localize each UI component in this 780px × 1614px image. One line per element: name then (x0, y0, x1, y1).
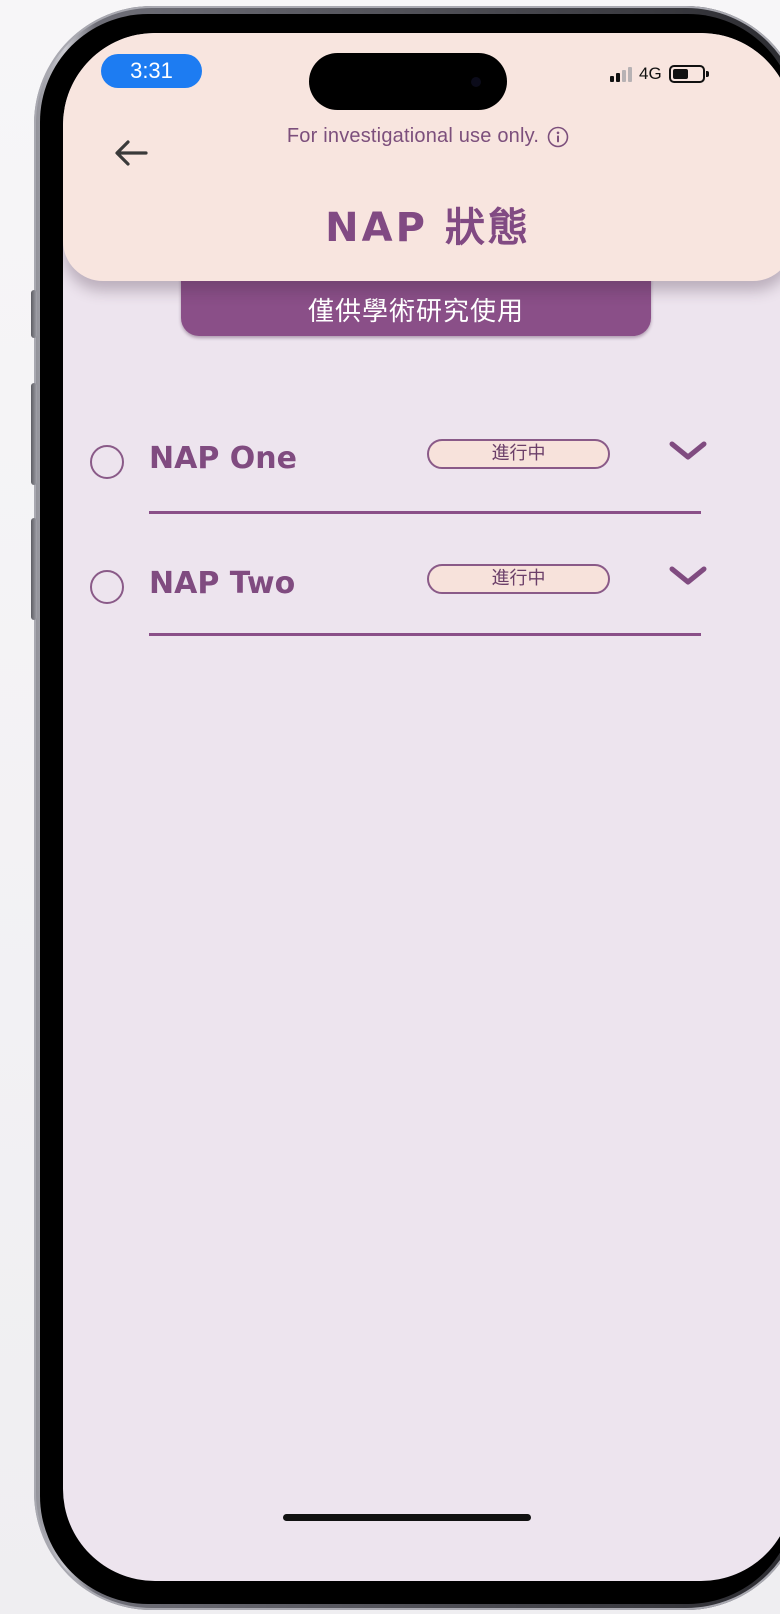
status-badge: 進行中 (427, 564, 610, 594)
battery-fill (672, 69, 688, 79)
disclaimer: For investigational use only. (63, 125, 780, 148)
app-header: 3:31 4G For investigational use only. NA… (63, 33, 780, 281)
nap-name: NAP One (149, 441, 297, 476)
divider (149, 633, 701, 636)
nap-name: NAP Two (149, 566, 296, 601)
action-button (31, 290, 37, 338)
home-indicator[interactable] (283, 1514, 531, 1521)
page-title: NAP 狀態 (325, 205, 531, 251)
volume-down-button (31, 518, 37, 620)
dynamic-island (309, 53, 507, 110)
camera-dot (471, 77, 481, 87)
disclaimer-text: For investigational use only. (286, 125, 540, 147)
list-item[interactable]: NAP One 進行中 (63, 429, 780, 489)
battery-cap (705, 71, 709, 77)
screen: 僅供學術研究使用 3:31 4G For investigational use… (63, 33, 780, 1581)
info-icon[interactable] (547, 126, 569, 148)
chevron-down-icon[interactable] (667, 437, 709, 465)
divider (149, 511, 701, 514)
research-banner-text: 僅供學術研究使用 (307, 297, 524, 327)
status-time[interactable]: 3:31 (101, 54, 202, 88)
list-item[interactable]: NAP Two 進行中 (63, 554, 780, 614)
nap-select-radio[interactable] (90, 445, 124, 479)
network-label: 4G (639, 64, 662, 83)
device-frame: 僅供學術研究使用 3:31 4G For investigational use… (0, 0, 780, 1614)
nap-select-radio[interactable] (90, 570, 124, 604)
battery-icon (668, 65, 709, 83)
chevron-down-icon[interactable] (667, 562, 709, 590)
status-indicators: 4G (610, 63, 709, 85)
status-badge: 進行中 (427, 439, 610, 469)
signal-icon (610, 66, 632, 82)
volume-up-button (31, 383, 37, 485)
